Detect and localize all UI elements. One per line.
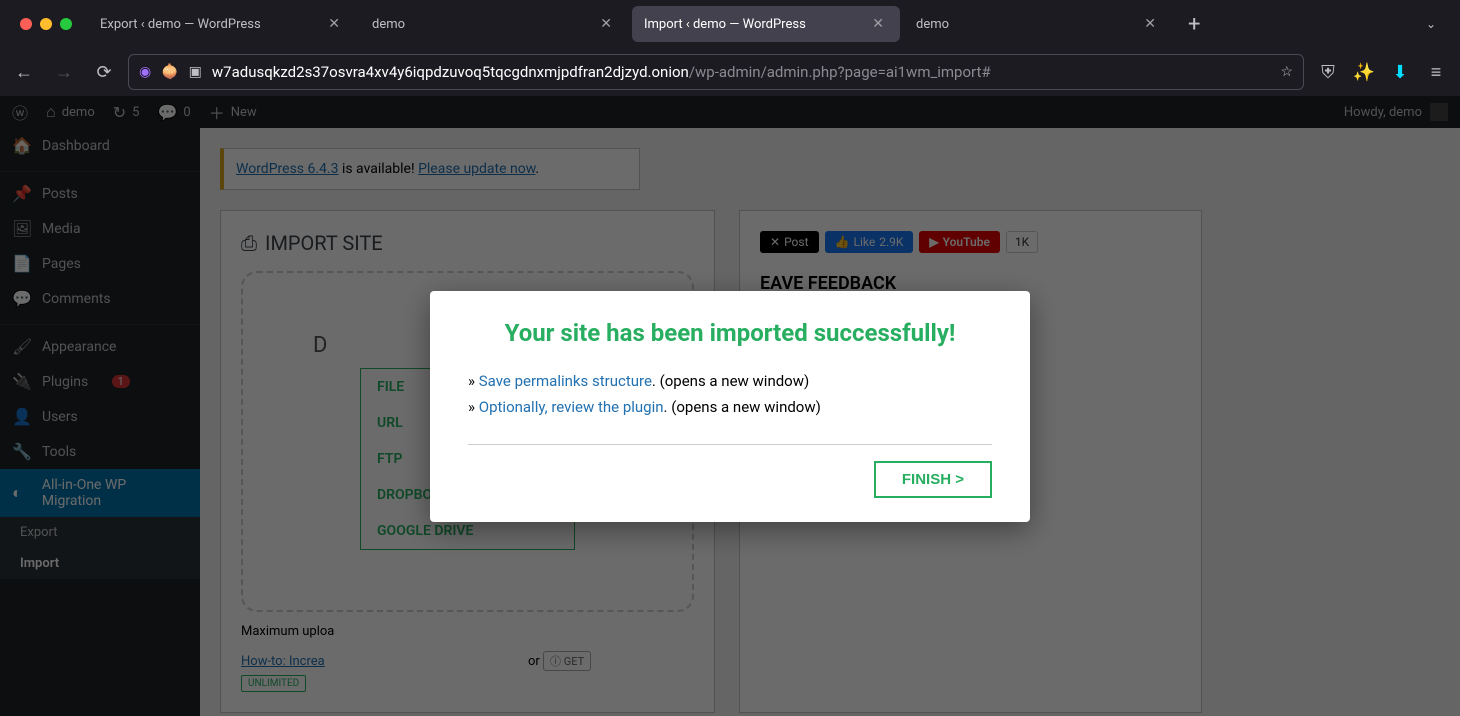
close-icon[interactable]: ✕	[1140, 16, 1160, 32]
permalinks-link[interactable]: Save permalinks structure	[479, 372, 652, 390]
close-icon[interactable]: ✕	[324, 16, 344, 32]
tab-title: Import ‹ demo — WordPress	[644, 17, 806, 32]
new-tab-button[interactable]: +	[1176, 12, 1212, 37]
tab-list-dropdown[interactable]: ⌄	[1410, 17, 1452, 31]
finish-button[interactable]: FINISH >	[874, 461, 992, 498]
success-modal: Your site has been imported successfully…	[430, 291, 1030, 522]
back-button[interactable]: ←	[8, 56, 40, 88]
bookmark-icon[interactable]: ☆	[1280, 64, 1293, 80]
tab-title: demo	[372, 17, 405, 32]
url-text: w7adusqkzd2s37osvra4xv4y6iqpdzuvoq5tqcgd…	[212, 63, 1271, 81]
browser-tab[interactable]: Import ‹ demo — WordPress ✕	[632, 6, 900, 42]
onion-icon: 🧅	[161, 64, 178, 80]
close-icon[interactable]: ✕	[868, 16, 888, 32]
tab-title: demo	[916, 17, 949, 32]
menu-icon[interactable]: ≡	[1420, 56, 1452, 88]
reload-button[interactable]: ⟳	[88, 56, 120, 88]
window-close-button[interactable]	[20, 18, 32, 30]
modal-title: Your site has been imported successfully…	[468, 319, 992, 347]
modal-overlay[interactable]: Your site has been imported successfully…	[0, 96, 1460, 716]
tab-title: Export ‹ demo — WordPress	[100, 17, 261, 32]
browser-tab-bar: Export ‹ demo — WordPress ✕ demo ✕ Impor…	[0, 0, 1460, 48]
browser-tab[interactable]: demo ✕	[360, 6, 628, 42]
shield-icon[interactable]: ⛨	[1312, 56, 1344, 88]
browser-nav-bar: ← → ⟳ ◉ 🧅 ▣ w7adusqkzd2s37osvra4xv4y6iqp…	[0, 48, 1460, 96]
forward-button[interactable]: →	[48, 56, 80, 88]
close-icon[interactable]: ✕	[596, 16, 616, 32]
sparkle-icon[interactable]: ✨	[1348, 56, 1380, 88]
tor-circuit-icon[interactable]: ◉	[139, 64, 151, 80]
browser-tab[interactable]: Export ‹ demo — WordPress ✕	[88, 6, 356, 42]
window-controls	[8, 18, 84, 30]
site-info-icon[interactable]: ▣	[189, 64, 202, 80]
downloads-icon[interactable]: ⬇	[1384, 56, 1416, 88]
window-maximize-button[interactable]	[60, 18, 72, 30]
review-plugin-link[interactable]: Optionally, review the plugin	[479, 398, 664, 416]
window-minimize-button[interactable]	[40, 18, 52, 30]
browser-tab[interactable]: demo ✕	[904, 6, 1172, 42]
url-bar[interactable]: ◉ 🧅 ▣ w7adusqkzd2s37osvra4xv4y6iqpdzuvoq…	[128, 54, 1304, 90]
